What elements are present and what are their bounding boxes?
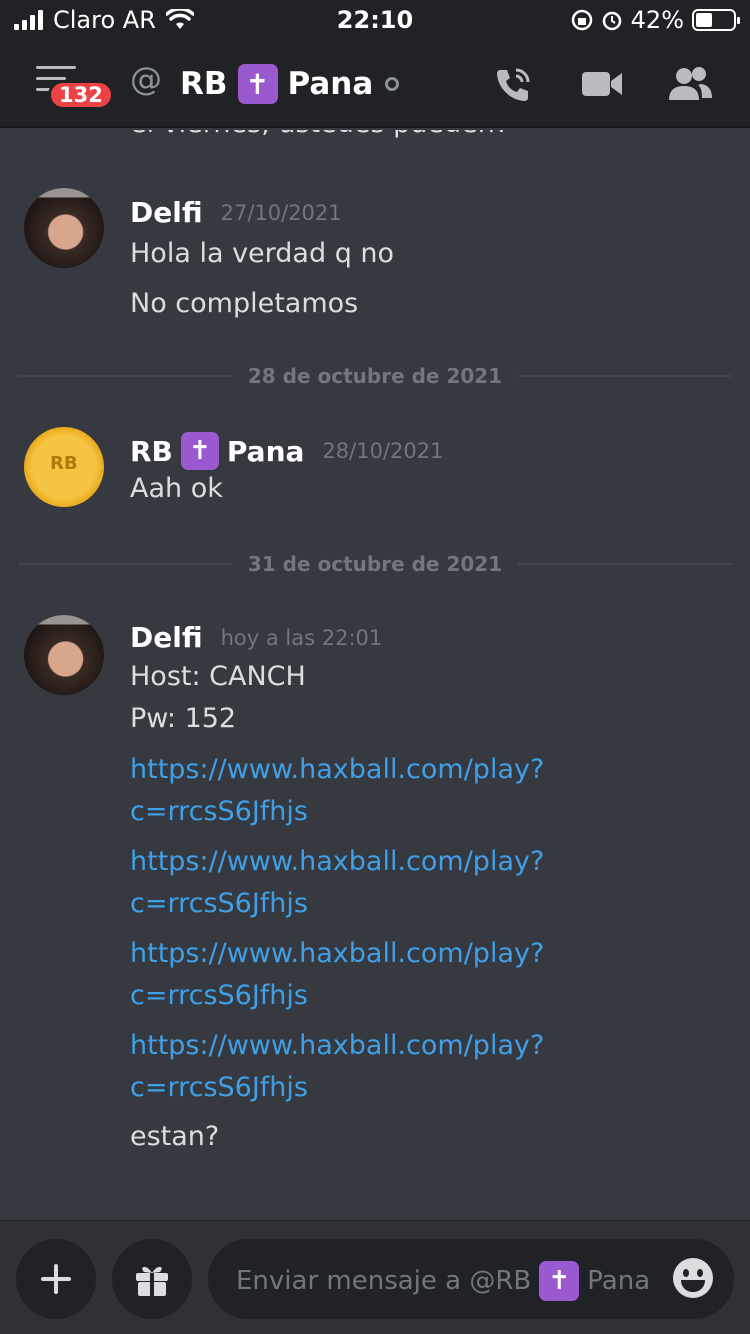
channel-name-part1: RB <box>180 66 228 102</box>
message-input-placeholder: Enviar mensaje a @RB ✝ Pana <box>236 1261 650 1301</box>
author-name[interactable]: RB ✝ Pana 28/10/2021 <box>130 432 443 470</box>
message-link[interactable]: c=rrcsS6Jfhjs <box>130 980 308 1011</box>
message-link[interactable]: c=rrcsS6Jfhjs <box>130 888 308 919</box>
orientation-lock-icon <box>571 9 592 31</box>
gift-button[interactable] <box>112 1239 192 1319</box>
message-text: Pw: 152 <box>130 703 237 734</box>
author-name[interactable]: Delfi hoy a las 22:01 <box>130 621 382 654</box>
author-name[interactable]: Delfi 27/10/2021 <box>130 196 342 229</box>
message-text: el viernes, ustedes pueden? <box>130 130 509 139</box>
members-icon[interactable] <box>666 64 714 104</box>
date-divider-label: 28 de octubre de 2021 <box>231 364 519 388</box>
channel-header: 132 @ RB ✝ Pana <box>0 40 750 128</box>
battery-percent: 42% <box>630 6 684 34</box>
date-divider: 28 de octubre de 2021 <box>18 364 732 388</box>
top-bar: Claro AR 22:10 42% 132 @ RB ✝ Pana <box>0 0 750 128</box>
message-text: estan? <box>130 1121 220 1152</box>
avatar[interactable] <box>24 615 104 695</box>
offline-status-icon <box>385 77 400 91</box>
cross-emoji: ✝ <box>539 1261 580 1301</box>
author-label: Delfi <box>130 196 203 229</box>
message-input[interactable]: Enviar mensaje a @RB ✝ Pana <box>208 1239 734 1319</box>
message-link[interactable]: c=rrcsS6Jfhjs <box>130 796 308 827</box>
placeholder-text: Enviar mensaje a @RB <box>236 1266 532 1296</box>
message-text: Hola la verdad q no <box>130 238 395 269</box>
author-label: Delfi <box>130 621 203 654</box>
timestamp: hoy a las 22:01 <box>220 625 383 650</box>
video-icon[interactable] <box>580 64 624 104</box>
message-list[interactable]: el viernes, ustedes pueden? Delfi 27/10/… <box>0 130 750 1220</box>
add-attachment-button[interactable] <box>16 1239 96 1319</box>
date-divider-label: 31 de octubre de 2021 <box>231 552 519 576</box>
channel-title[interactable]: RB ✝ Pana <box>180 64 400 104</box>
composer-bar: Enviar mensaje a @RB ✝ Pana <box>0 1220 750 1334</box>
call-icon[interactable] <box>492 64 534 106</box>
avatar[interactable]: RB <box>24 427 104 507</box>
timestamp: 27/10/2021 <box>220 200 342 225</box>
message-text: No completamos <box>130 288 359 319</box>
message-text: Host: CANCH <box>130 661 306 692</box>
author-label: Pana <box>226 434 305 468</box>
alarm-icon <box>602 11 621 31</box>
author-label: RB <box>130 434 173 468</box>
message-link[interactable]: https://www.haxball.com/play? <box>130 1030 544 1061</box>
channel-name-part2: Pana <box>287 66 374 102</box>
message-link[interactable]: https://www.haxball.com/play? <box>130 846 544 877</box>
placeholder-text: Pana <box>587 1266 651 1296</box>
avatar[interactable] <box>24 188 104 268</box>
cross-emoji: ✝ <box>237 64 278 104</box>
message-link[interactable]: https://www.haxball.com/play? <box>130 754 544 785</box>
plus-icon <box>41 1264 71 1294</box>
message-link[interactable]: https://www.haxball.com/play? <box>130 938 544 969</box>
gift-icon <box>136 1266 168 1296</box>
date-divider: 31 de octubre de 2021 <box>18 552 732 576</box>
battery-icon <box>692 9 740 31</box>
status-bar: Claro AR 22:10 42% <box>0 0 750 40</box>
cross-emoji: ✝ <box>180 432 219 470</box>
at-icon: @ <box>130 60 162 98</box>
unread-badge: 132 <box>48 80 114 110</box>
message-link[interactable]: c=rrcsS6Jfhjs <box>130 1072 308 1103</box>
emoji-icon[interactable] <box>672 1257 714 1299</box>
message-text: Aah ok <box>130 473 223 504</box>
timestamp: 28/10/2021 <box>322 439 444 463</box>
